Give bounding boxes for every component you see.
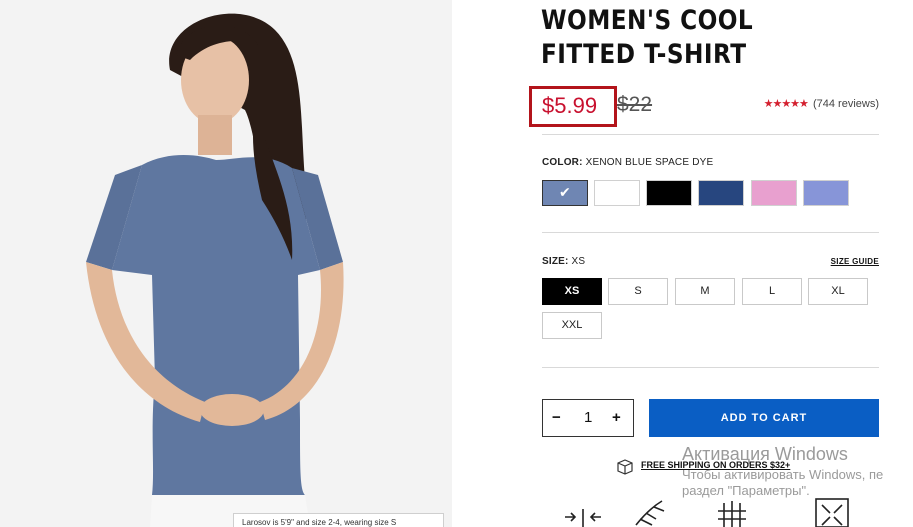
swatch-black[interactable] bbox=[646, 180, 692, 206]
price-row: $5.99 $22 ★★★★★ (744 reviews) bbox=[529, 86, 879, 128]
windows-activation-watermark: Активация Windows Чтобы активировать Win… bbox=[682, 444, 883, 498]
rating[interactable]: ★★★★★ (744 reviews) bbox=[764, 97, 879, 110]
divider bbox=[542, 232, 879, 233]
quantity-stepper: − 1 + bbox=[542, 399, 634, 437]
model-size-caption: Larosov is 5'9" and size 2-4, wearing si… bbox=[233, 513, 444, 527]
box-icon bbox=[617, 459, 633, 475]
swatch-periwinkle[interactable] bbox=[803, 180, 849, 206]
product-title: WOMEN'S COOL FITTED T-SHIRT bbox=[541, 5, 754, 70]
check-icon: ✔ bbox=[559, 184, 571, 200]
watermark-title: Активация Windows bbox=[682, 444, 848, 464]
divider bbox=[542, 134, 879, 135]
size-option-m[interactable]: M bbox=[675, 278, 735, 305]
size-option-xxl[interactable]: XXL bbox=[542, 312, 602, 339]
original-price: $22 bbox=[617, 93, 653, 116]
decrease-quantity-button[interactable]: − bbox=[552, 409, 561, 426]
quantity-value[interactable]: 1 bbox=[584, 409, 592, 426]
size-label-key: SIZE: bbox=[542, 256, 569, 267]
size-option-l[interactable]: L bbox=[742, 278, 802, 305]
review-count[interactable]: (744 reviews) bbox=[813, 98, 879, 110]
size-value: XS bbox=[571, 256, 586, 267]
color-label: COLOR: XENON BLUE SPACE DYE bbox=[542, 157, 713, 168]
model-photo bbox=[0, 0, 452, 527]
increase-quantity-button[interactable]: + bbox=[612, 409, 621, 426]
add-to-cart-button[interactable]: ADD TO CART bbox=[649, 399, 879, 437]
star-rating-icon: ★★★★★ bbox=[763, 98, 809, 110]
swatch-pink[interactable] bbox=[751, 180, 797, 206]
swatch-white[interactable] bbox=[594, 180, 640, 206]
sale-price: $5.99 bbox=[542, 93, 598, 118]
size-option-s[interactable]: S bbox=[608, 278, 668, 305]
color-label-key: COLOR: bbox=[542, 157, 583, 168]
swatch-xenon-blue-space-dye[interactable]: ✔ bbox=[542, 180, 588, 206]
swatch-navy[interactable] bbox=[698, 180, 744, 206]
compression-icon bbox=[565, 509, 601, 527]
expand-icon bbox=[815, 498, 849, 527]
watermark-line: Чтобы активировать Windows, пе bbox=[682, 467, 884, 482]
moisture-wicking-icon bbox=[718, 501, 746, 527]
watermark-line: раздел "Параметры". bbox=[682, 483, 810, 498]
size-guide-link[interactable]: SIZE GUIDE bbox=[831, 257, 879, 266]
size-label: SIZE: XS bbox=[542, 256, 585, 267]
size-option-xs[interactable]: XS bbox=[542, 278, 602, 305]
fabric-stretch-icon bbox=[635, 500, 665, 526]
product-page: Larosov is 5'9" and size 2-4, wearing si… bbox=[0, 0, 913, 527]
color-value: XENON BLUE SPACE DYE bbox=[585, 157, 714, 168]
divider bbox=[542, 367, 879, 368]
product-image[interactable]: Larosov is 5'9" and size 2-4, wearing si… bbox=[0, 0, 452, 527]
size-option-xl[interactable]: XL bbox=[808, 278, 868, 305]
